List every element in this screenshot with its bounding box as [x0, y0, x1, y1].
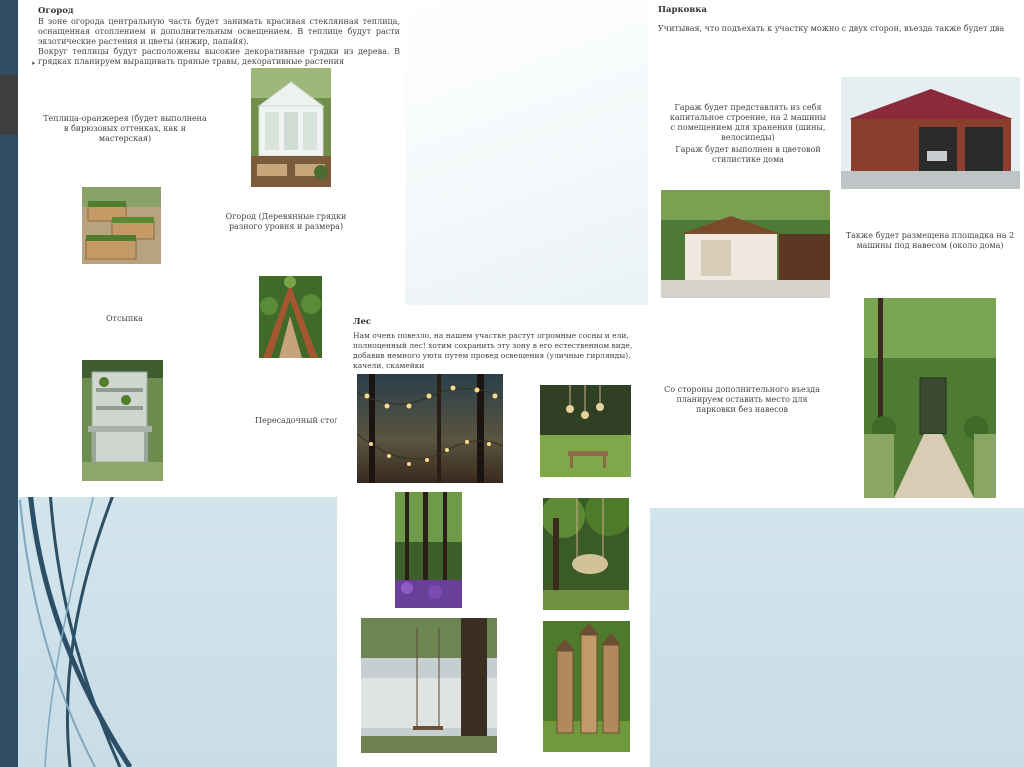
chandelier-garden-photo	[540, 385, 631, 477]
forest-text: Нам очень повезло, на нашем участке раст…	[353, 331, 633, 370]
garage-text-2: Гараж будет выполнен в цветовой стилисти…	[675, 145, 821, 164]
slide-sidebar-accent	[0, 75, 18, 135]
blank-page	[405, 0, 648, 305]
tree-swing-lake-photo	[361, 618, 497, 753]
forest-heading: Лес	[353, 317, 372, 327]
second-entry-text: Со стороны дополнительного въезда планир…	[664, 385, 820, 414]
parking-heading: Парковка	[658, 5, 707, 15]
garage-photo	[841, 77, 1020, 189]
parking-intro: Учитывая, что подъехать к участку можно …	[658, 24, 1005, 33]
bullet-arrow-icon: ▸	[32, 59, 36, 67]
carport-photo	[661, 190, 830, 298]
bug-hotel-photo	[543, 621, 630, 752]
decorative-curves	[19, 490, 133, 767]
garden-heading: Огород	[38, 6, 74, 16]
potting-table-photo	[82, 360, 163, 481]
gated-driveway-photo	[864, 298, 996, 498]
string-lights-photo	[357, 374, 503, 483]
garden-intro-1: В зоне огорода центральную часть будет з…	[38, 17, 400, 46]
raised-beds-caption: Огород (Деревянные грядки разного уровня…	[225, 212, 347, 231]
green-arch-path-photo	[259, 276, 322, 358]
greenhouse-photo	[251, 68, 331, 187]
seating-caption: Отсыпка	[106, 314, 143, 323]
garden-intro-2: Вокруг теплицы будут расположены высокие…	[38, 47, 400, 66]
forest-page: Лес Нам очень повезло, на нашем участке …	[337, 305, 650, 767]
greenhouse-caption: Теплица-оранжерея (будет выполнена в бир…	[43, 114, 207, 143]
parking-page: Парковка Учитывая, что подъехать к участ…	[648, 0, 1024, 508]
potting-table-caption: Пересадочный стол	[255, 416, 340, 425]
raised-beds-photo	[82, 187, 161, 264]
pine-forest-photo	[395, 492, 462, 608]
carport-text: Также будет размещена площадка на 2 маши…	[845, 231, 1015, 250]
hanging-swing-photo	[543, 498, 629, 610]
garage-text-1: Гараж будет представлять из себя капитал…	[669, 103, 827, 142]
